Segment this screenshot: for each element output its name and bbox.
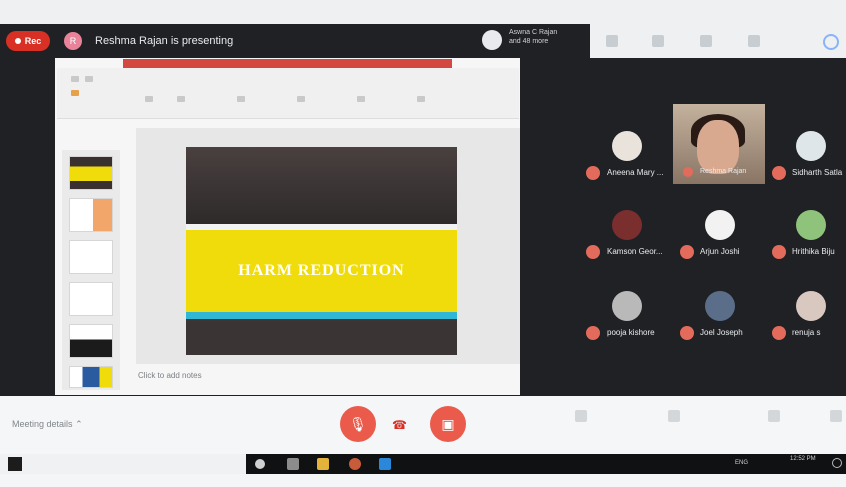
sharing-indicator-bar [123,59,452,68]
participants-summary-line2: and 48 more [509,38,549,45]
slide-thumbnail[interactable] [69,282,113,316]
muted-mic-icon [680,326,694,340]
participant-name: Aneena Mary ... [607,168,664,177]
slide-bottom-band [186,322,457,355]
slide-accent-line [186,312,457,319]
muted-mic-icon [772,326,786,340]
slides-toolbar [57,68,519,119]
slide-top-band [186,147,457,224]
meeting-details-label: Meeting details [12,419,73,429]
participant-name: Sidharth Satla [792,168,843,177]
camera-off-icon: ▣ [441,415,455,432]
participant-avatar-icon[interactable] [482,30,502,50]
muted-mic-icon [680,245,694,259]
slide-title-band: HARM REDUCTION [186,230,457,312]
muted-mic-icon [586,166,600,180]
muted-mic-icon [772,245,786,259]
store-icon[interactable] [379,458,391,470]
meet-right-toolbar [590,24,846,58]
browser-tabbar [0,0,846,24]
captions-icon[interactable] [668,410,680,422]
more-options-icon[interactable] [830,410,842,422]
participant-avatar [796,210,826,240]
participants-summary-line1: Aswna C Rajan [509,29,558,36]
chevron-up-icon: ⌃ [75,419,83,429]
muted-mic-icon [772,166,786,180]
participant-avatar [705,210,735,240]
participant-avatar [612,291,642,321]
screen-bottom-edge [0,474,846,487]
window-thumbnail-icon [8,457,22,471]
present-now-icon[interactable] [768,410,780,422]
participant-avatar [612,210,642,240]
participant-name: Kamson Geor... [607,247,663,256]
participant-name: Reshma Rajan [700,168,747,175]
people-icon[interactable] [606,35,618,47]
recording-badge: Rec [6,31,50,51]
windows-taskbar [246,454,846,474]
participant-name: Joel Joseph [700,328,743,337]
meeting-details-button[interactable]: Meeting details ⌃ [12,419,83,430]
muted-mic-icon [683,167,693,177]
toolbar-icon[interactable] [237,96,245,102]
hang-up-icon[interactable]: ☎ [392,418,407,432]
mic-off-icon: 🎙 [349,415,367,432]
participant-avatar [796,291,826,321]
meet-control-bar [0,396,846,454]
participant-avatar [796,131,826,161]
toolbar-icon[interactable] [71,90,79,96]
video-person-face [697,120,739,174]
record-dot-icon [14,38,21,44]
participant-avatar [705,291,735,321]
chat-icon[interactable] [652,35,664,47]
slide-thumbnail[interactable] [69,366,113,388]
presenting-status: Reshma Rajan is presenting [95,35,234,47]
raise-hand-icon[interactable] [575,410,587,422]
slide-thumbnail[interactable] [69,156,113,190]
participant-name: Hrithika Biju [792,247,835,256]
participants-summary[interactable]: Aswna C Rajan and 48 more [509,28,557,46]
muted-mic-icon [586,326,600,340]
task-view-icon[interactable] [287,458,299,470]
slide-thumbnail[interactable] [69,198,113,232]
muted-mic-icon [586,245,600,259]
toolbar-icon[interactable] [85,76,93,82]
mic-off-button[interactable]: 🎙 [340,406,376,442]
language-indicator[interactable]: ENG [735,460,748,466]
account-icon[interactable] [823,34,839,50]
recording-label: Rec [24,36,42,46]
toolbar-icon[interactable] [145,96,153,102]
toolbar-icon[interactable] [357,96,365,102]
clock[interactable]: 12:52 PM [790,456,816,462]
toolbar-icon[interactable] [177,96,185,102]
file-explorer-icon[interactable] [317,458,329,470]
participant-name: renuja s [792,328,821,337]
slide-thumbnail[interactable] [69,240,113,274]
toolbar-icon[interactable] [297,96,305,102]
notification-icon[interactable] [832,458,842,468]
presenter-avatar: R [64,32,82,50]
participant-name: Arjun Joshi [700,247,740,256]
search-icon[interactable] [255,459,265,469]
slide-title: HARM REDUCTION [238,262,405,279]
camera-off-button[interactable]: ▣ [430,406,466,442]
activities-icon[interactable] [700,35,712,47]
participant-avatar [612,131,642,161]
toolbar-icon[interactable] [417,96,425,102]
info-icon[interactable] [748,35,760,47]
desktop-area [0,454,246,474]
speaker-notes[interactable]: Click to add notes [138,371,202,380]
toolbar-icon[interactable] [71,76,79,82]
participant-name: pooja kishore [607,328,655,337]
slide-thumbnail[interactable] [69,324,113,358]
chrome-icon[interactable] [349,458,361,470]
